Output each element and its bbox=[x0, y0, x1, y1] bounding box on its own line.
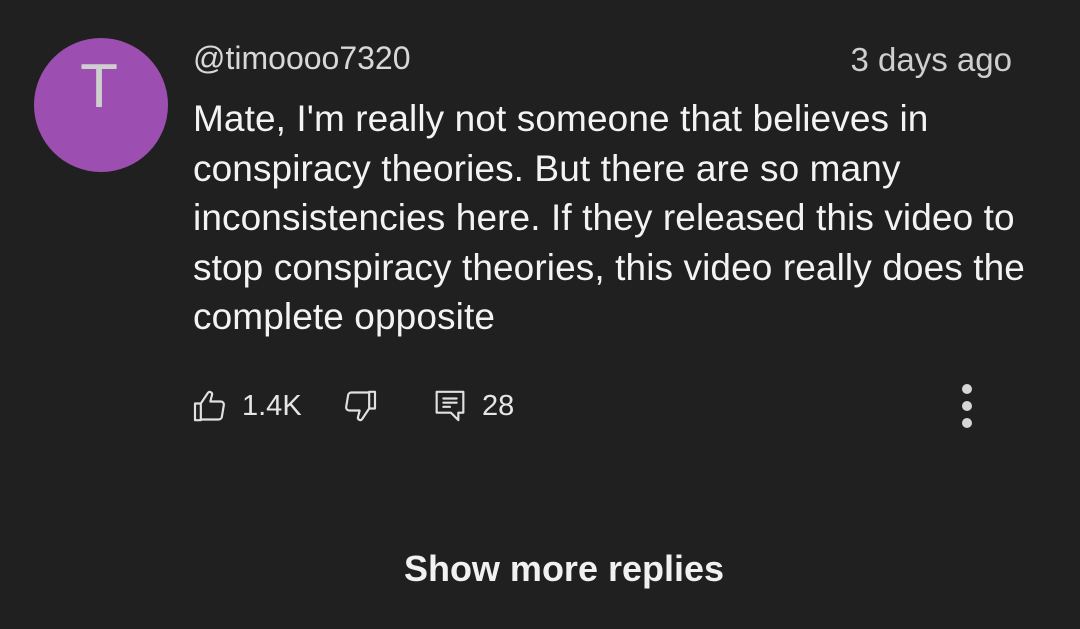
comment-actions: 1.4K 28 bbox=[190, 384, 1030, 428]
reply-button[interactable] bbox=[430, 384, 470, 428]
comment-thread: T @timoooo7320 3 days ago Mate, I'm real… bbox=[0, 0, 1080, 629]
more-options-button[interactable] bbox=[952, 380, 982, 432]
thumbs-up-icon bbox=[190, 386, 230, 426]
like-button[interactable] bbox=[190, 384, 230, 428]
reply-count: 28 bbox=[482, 390, 515, 422]
avatar-initial: T bbox=[80, 52, 118, 121]
comment-author[interactable]: @timoooo7320 bbox=[193, 38, 411, 78]
comment-timestamp: 3 days ago bbox=[850, 41, 1012, 78]
dislike-button[interactable] bbox=[340, 384, 380, 428]
show-more-replies-button[interactable]: Show more replies bbox=[0, 546, 1080, 592]
thumbs-down-icon bbox=[340, 386, 380, 426]
like-count: 1.4K bbox=[242, 390, 302, 422]
comment-text: Mate, I'm really not someone that believ… bbox=[193, 98, 1025, 337]
comment-icon bbox=[430, 386, 470, 426]
avatar[interactable]: T bbox=[34, 38, 168, 172]
